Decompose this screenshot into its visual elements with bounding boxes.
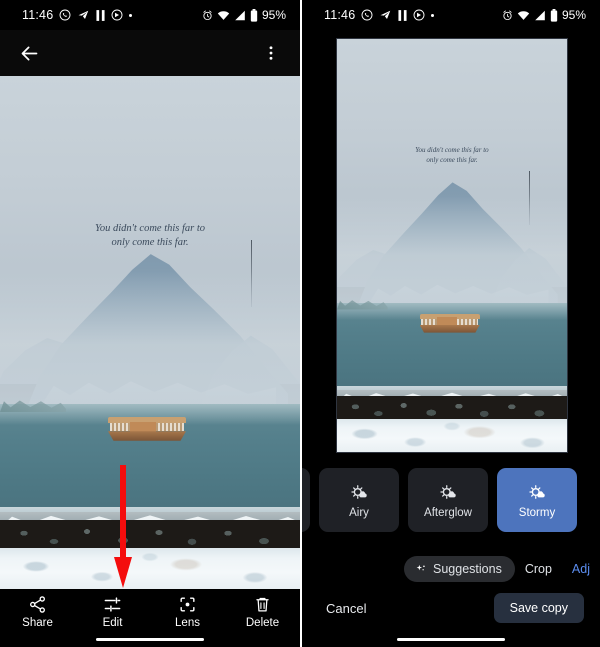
share-button[interactable]: Share — [6, 595, 70, 629]
signal-icon — [534, 10, 546, 21]
pause-icon — [96, 9, 105, 21]
tab-adjust-label: Adj — [571, 562, 590, 576]
status-bar-left: 11:46 95% — [0, 0, 300, 30]
editor-photo-preview[interactable]: You didn't come this far to only come th… — [336, 38, 568, 453]
filter-chip-label: Stormy — [518, 506, 556, 519]
share-label: Share — [22, 617, 53, 629]
quote-line-2: only come this far. — [426, 155, 478, 164]
battery-percent: 95% — [261, 8, 286, 22]
cancel-button[interactable]: Cancel — [318, 595, 374, 622]
editor-tab-bar: Suggestions Crop Adj — [302, 552, 600, 586]
tab-crop-label: Crop — [524, 562, 552, 576]
battery-icon — [550, 8, 558, 22]
circle-arrow-icon — [413, 9, 425, 21]
dot-icon — [129, 13, 133, 17]
status-time: 11:46 — [22, 8, 54, 22]
houseboat-hull — [108, 431, 186, 441]
left-phone-screen: 11:46 95% You didn't come this far to on… — [0, 0, 300, 647]
more-options-button[interactable] — [256, 38, 286, 68]
edit-button[interactable]: Edit — [81, 595, 145, 629]
quote-line-1: You didn't come this far to — [415, 146, 489, 155]
tab-suggestions-label: Suggestions — [433, 562, 502, 576]
status-time: 11:46 — [324, 8, 356, 22]
filter-chip-row: Airy Afterglow Stormy — [302, 468, 577, 532]
filter-chip-stormy[interactable]: Stormy — [497, 468, 577, 532]
filter-carousel[interactable]: Airy Afterglow Stormy — [302, 468, 600, 534]
wifi-icon — [217, 10, 230, 21]
alarm-icon — [202, 9, 213, 21]
signal-icon — [234, 10, 246, 21]
lens-label: Lens — [175, 617, 200, 629]
houseboat-cabin — [129, 421, 157, 433]
battery-icon — [250, 8, 258, 22]
right-phone-screen: 11:46 95% You didn't come this far to on… — [300, 0, 600, 647]
editor-action-bar: Cancel Save copy — [302, 591, 600, 625]
brightness-icon — [351, 484, 367, 499]
quote-line-2: only come this far. — [111, 237, 189, 249]
houseboat-hull — [419, 325, 480, 333]
filter-chip-partial[interactable] — [302, 468, 310, 532]
screenshot-pair: 11:46 95% You didn't come this far to on… — [0, 0, 600, 647]
status-bar-right-group: 95% — [502, 8, 586, 22]
edit-label: Edit — [102, 617, 123, 629]
lens-button[interactable]: Lens — [156, 595, 220, 629]
status-bar-right-group: 95% — [202, 8, 286, 22]
status-bar-right: 11:46 95% — [302, 0, 600, 30]
tab-crop[interactable]: Crop — [515, 562, 562, 576]
nav-gesture-bar[interactable] — [96, 637, 204, 641]
filter-chip-airy[interactable]: Airy — [319, 468, 399, 532]
telegram-icon — [77, 9, 90, 21]
photo-scene — [337, 39, 567, 452]
sparkle-icon — [416, 564, 425, 570]
filter-chip-label: Airy — [349, 506, 369, 519]
brightness-icon — [529, 484, 545, 499]
whatsapp-icon — [361, 9, 373, 21]
edit-sliders-icon — [104, 597, 121, 612]
snow-foreground — [0, 547, 300, 589]
haze-layer — [337, 195, 567, 304]
nav-gesture-bar[interactable] — [397, 637, 505, 641]
status-bar-left-group: 11:46 — [22, 8, 133, 22]
filter-chip-afterglow[interactable]: Afterglow — [408, 468, 488, 532]
photo-quote-overlay: You didn't come this far to only come th… — [0, 222, 300, 250]
snow-foreground — [337, 418, 567, 452]
delete-label: Delete — [245, 617, 280, 629]
red-down-arrow-annotation — [112, 465, 134, 588]
wifi-icon — [517, 10, 530, 21]
tab-suggestions[interactable]: Suggestions — [404, 556, 515, 582]
photo-scene — [0, 76, 300, 589]
alarm-icon — [502, 9, 513, 21]
tab-adjust[interactable]: Adj — [562, 562, 600, 576]
battery-percent: 95% — [561, 8, 586, 22]
pause-icon — [398, 9, 407, 21]
brightness-icon — [440, 484, 456, 499]
houseboat-cabin — [436, 317, 457, 327]
photo-viewer[interactable]: You didn't come this far to only come th… — [0, 76, 300, 589]
haze-layer — [0, 270, 300, 405]
circle-arrow-icon — [111, 9, 123, 21]
photo-quote-overlay: You didn't come this far to only come th… — [337, 146, 567, 164]
filter-chip-label: Afterglow — [424, 506, 472, 519]
dot-icon — [431, 13, 435, 17]
trash-icon — [256, 597, 269, 612]
delete-button[interactable]: Delete — [231, 595, 295, 629]
back-button[interactable] — [14, 38, 44, 68]
save-copy-button[interactable]: Save copy — [493, 593, 584, 623]
houseboat — [108, 417, 186, 441]
houseboat — [419, 313, 480, 333]
app-bar — [0, 30, 300, 76]
whatsapp-icon — [59, 9, 71, 21]
telegram-icon — [379, 9, 392, 21]
lens-icon — [180, 597, 195, 612]
status-bar-left-group: 11:46 — [324, 8, 435, 22]
share-icon — [30, 596, 45, 613]
quote-line-1: You didn't come this far to — [94, 223, 206, 235]
